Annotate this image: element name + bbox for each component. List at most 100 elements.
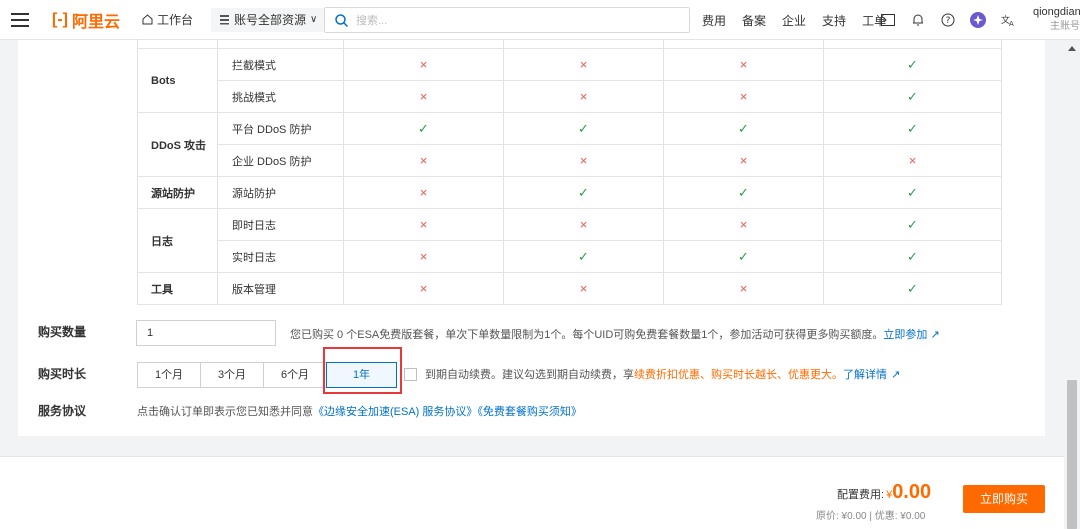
bell-icon[interactable] [910,12,926,28]
plan-support-cell: ✓ [823,208,1002,241]
plan-support-cell: ✓ [663,240,824,273]
check-icon: ✓ [907,120,918,136]
free-plan-notice-link[interactable]: 《免费套餐购买须知》 [477,406,582,418]
agreement: 点击确认订单即表示您已知悉并同意《边缘安全加速(ESA) 服务协议》《免费套餐购… [137,403,582,419]
cross-icon: × [419,153,428,168]
menu-icon[interactable] [0,0,40,40]
join-activity-link[interactable]: 立即参加 [883,329,927,341]
duration-3-months[interactable]: 3个月 [200,362,264,388]
logo-text: 阿里云 [71,13,120,31]
plan-support-cell: × [663,48,824,81]
learn-more-link[interactable]: 了解详情 [843,366,887,382]
check-icon: ✓ [907,280,918,296]
plan-support-cell: ✓ [503,112,664,145]
feature-cell: 源站防护 [217,176,344,209]
qty-note: 您已购买 0 个ESA免费版套餐，单次下单数量限制为1个。每个UID可购免费套餐… [290,326,940,342]
duration-1-month[interactable]: 1个月 [137,362,201,388]
scroll-up-icon[interactable] [1068,46,1076,51]
cross-icon: × [579,217,588,232]
feature-cell: 版本管理 [217,272,344,305]
link-billing[interactable]: 费用 [702,12,726,29]
workbench-button[interactable]: 工作台 [134,8,201,32]
workbench-label: 工作台 [157,13,194,27]
table-row: 实时日志 × ✓ ✓ ✓ [138,240,1002,273]
category-cell: 源站防护 [137,176,218,209]
buy-now-button[interactable]: 立即购买 [963,485,1045,513]
category-cell: Bots [137,48,218,113]
auto-renew-highlight: 续费折扣优惠、购买时长越长、优惠更大。 [634,369,843,381]
plan-support-cell: ✓ [823,176,1002,209]
svg-text:A: A [1009,20,1014,27]
search-input[interactable]: 搜索... [324,7,690,33]
resources-dropdown[interactable]: 账号全部资源 ∨ [211,7,326,32]
duration-selector: 1个月 3个月 6个月 1年 [137,362,397,388]
plan-support-cell: ✓ [503,176,664,209]
qty-note-text: 您已购买 0 个ESA免费版套餐，单次下单数量限制为1个。每个UID可购免费套餐… [290,329,884,341]
check-icon: ✓ [738,184,749,200]
plan-support-cell: × [663,208,824,241]
cross-icon: × [579,281,588,296]
plan-support-cell: × [343,144,504,177]
plan-support-cell: × [503,48,664,81]
original-price: 原价: ¥0.00 | 优惠: ¥0.00 [816,511,926,522]
plan-support-cell [823,39,1002,49]
plan-support-cell [663,39,824,49]
duration-label: 购买时长 [38,367,87,381]
help-icon[interactable]: ? [940,12,956,28]
link-icp[interactable]: 备案 [742,12,766,29]
category-cell [137,39,218,49]
table-row: Bots 拦截模式 × × × ✓ [137,48,1002,113]
scroll-thumb[interactable] [1067,380,1077,529]
user-role: 主账号 [1050,21,1080,32]
price-label: 配置费用: [837,489,885,501]
link-enterprise[interactable]: 企业 [782,12,806,29]
plan-support-cell: × [343,272,504,305]
table-row [137,39,1002,49]
plan-support-cell: × [343,80,504,113]
check-icon: ✓ [418,120,429,136]
feature-table: Bots 拦截模式 × × × ✓ 挑战模式 × × × ✓ DDoS 攻击 平台 DDoS 防护 ✓ ✓ ✓… [137,39,1002,305]
cross-icon: × [579,57,588,72]
plan-support-cell: ✓ [823,240,1002,273]
feature-cell [217,39,344,49]
agreement-text: 点击确认订单即表示您已知悉并同意 [137,406,313,418]
plan-support-cell: × [343,208,504,241]
qty-label: 购买数量 [38,325,87,339]
cross-icon: × [908,153,917,168]
top-bar: [-] 阿里云 工作台 账号全部资源 ∨ 搜索... 费用 备案 企业 支持 工… [0,0,1080,40]
terminal-icon[interactable] [880,12,896,28]
quantity-input[interactable]: 1 [136,320,276,346]
plan-support-cell: ✓ [823,48,1002,81]
assistant-icon[interactable] [970,12,986,28]
scrollbar[interactable] [1064,40,1080,529]
language-icon[interactable]: 文A [1000,12,1016,28]
check-icon: ✓ [578,120,589,136]
cross-icon: × [739,217,748,232]
cross-icon: × [739,57,748,72]
plan-support-cell: ✓ [663,176,824,209]
aliyun-logo[interactable]: [-] 阿里云 [52,8,120,32]
plan-support-cell: × [663,80,824,113]
check-icon: ✓ [907,56,918,72]
user-menu[interactable]: qiongdian 主账号 [1033,5,1080,34]
category-cell: DDoS 攻击 [137,112,218,177]
cross-icon: × [579,153,588,168]
feature-cell: 实时日志 [217,240,344,273]
plan-support-cell: ✓ [663,112,824,145]
duration-1-year[interactable]: 1年 [326,362,397,388]
esa-agreement-link[interactable]: 《边缘安全加速(ESA) 服务协议》 [313,406,477,418]
duration-6-months[interactable]: 6个月 [263,362,327,388]
resource-icon [220,15,230,25]
check-icon: ✓ [907,88,918,104]
table-row: 源站防护 源站防护 × ✓ ✓ ✓ [137,176,1002,209]
category-cell: 日志 [137,208,218,273]
cross-icon: × [739,153,748,168]
plan-support-cell: × [503,144,664,177]
auto-renew-checkbox[interactable] [404,367,417,381]
plan-support-cell: × [663,272,824,305]
table-row: 挑战模式 × × × ✓ [138,80,1002,113]
check-icon: ✓ [738,120,749,136]
auto-renew-text: 到期自动续费。建议勾选到期自动续费，享 [425,369,634,381]
link-support[interactable]: 支持 [822,12,846,29]
plan-support-cell: ✓ [823,112,1002,145]
